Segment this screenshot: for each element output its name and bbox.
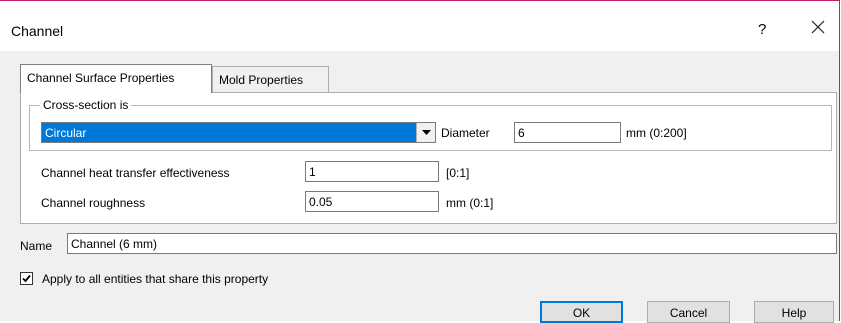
name-label: Name	[20, 239, 53, 253]
tab-channel-surface-properties[interactable]: Channel Surface Properties	[20, 64, 212, 93]
chevron-down-icon	[421, 129, 431, 135]
dropdown-button[interactable]	[416, 123, 435, 142]
cancel-button[interactable]: Cancel	[647, 301, 730, 323]
close-button[interactable]	[810, 19, 826, 35]
close-icon	[811, 20, 825, 34]
diameter-input[interactable]: 6	[514, 122, 621, 143]
apply-all-label: Apply to all entities that share this pr…	[42, 272, 269, 286]
ok-button[interactable]: OK	[540, 301, 623, 323]
name-input[interactable]: Channel (6 mm)	[67, 233, 837, 254]
heat-transfer-input[interactable]: 1	[305, 161, 439, 182]
tab-mold-properties[interactable]: Mold Properties	[212, 66, 329, 92]
cross-section-selected-value: Circular	[45, 126, 87, 140]
diameter-range: mm (0:200]	[626, 126, 687, 140]
apply-all-checkbox[interactable]	[20, 272, 33, 285]
context-help-button[interactable]: ?	[758, 21, 766, 38]
channel-dialog: Channel ? Channel Surface Properties Mol…	[0, 0, 840, 323]
window-title: Channel	[11, 23, 64, 39]
roughness-range: mm (0:1]	[446, 196, 494, 210]
cross-section-legend: Cross-section is	[40, 98, 132, 112]
help-button[interactable]: Help	[754, 301, 834, 323]
heat-transfer-label: Channel heat transfer effectiveness	[41, 166, 230, 180]
checkmark-icon	[22, 274, 31, 283]
heat-transfer-range: [0:1]	[446, 166, 470, 180]
roughness-label: Channel roughness	[41, 196, 146, 210]
title-bar: Channel ?	[0, 1, 839, 51]
cross-section-select[interactable]: Circular	[41, 122, 436, 143]
diameter-label: Diameter	[441, 126, 490, 140]
roughness-input[interactable]: 0.05	[305, 191, 439, 212]
